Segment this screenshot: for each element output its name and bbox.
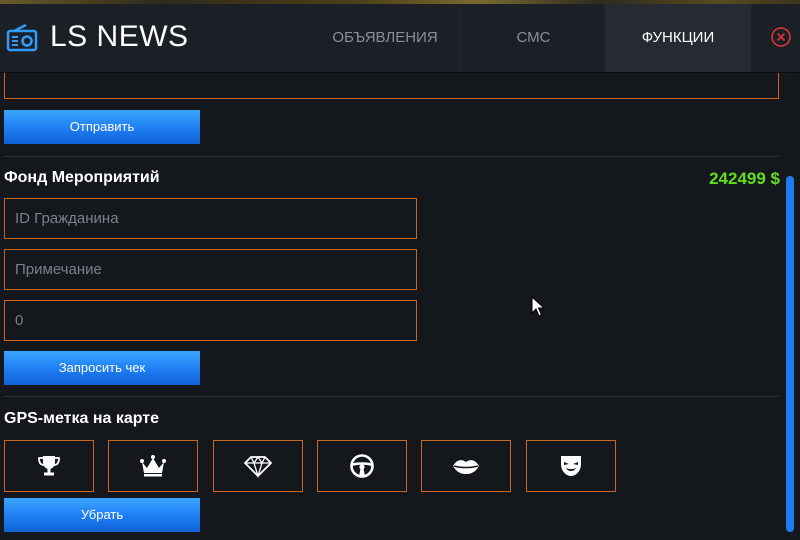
- fund-balance: 242499 $: [709, 169, 780, 188]
- divider: [4, 156, 779, 157]
- app-title: LS NEWS: [50, 20, 189, 53]
- theater-mask-icon: [561, 456, 581, 476]
- citizen-id-input[interactable]: [4, 198, 417, 239]
- amount-input[interactable]: [4, 300, 417, 341]
- gps-marker-steering-wheel-button[interactable]: [317, 440, 407, 492]
- tab-announcements[interactable]: ОБЪЯВЛЕНИЯ: [310, 4, 460, 72]
- gps-marker-crown-button[interactable]: [108, 440, 198, 492]
- mouse-cursor-icon: [531, 296, 546, 317]
- gps-marker-diamond-button[interactable]: [213, 440, 303, 492]
- fund-section-title: Фонд Мероприятий: [4, 169, 160, 186]
- gps-marker-theater-mask-button[interactable]: [526, 440, 616, 492]
- radio-icon: [6, 24, 38, 52]
- gps-section-title: GPS-метка на карте: [4, 410, 160, 427]
- close-circle-icon[interactable]: [771, 27, 791, 47]
- scrollbar-thumb[interactable]: [786, 176, 794, 532]
- remove-marker-button[interactable]: Убрать: [4, 498, 200, 532]
- request-check-button[interactable]: Запросить чек: [4, 351, 200, 385]
- functions-panel: Отправить Фонд Мероприятий 242499 $ Запр…: [0, 73, 780, 540]
- gps-marker-lips-button[interactable]: [421, 440, 511, 492]
- message-input[interactable]: [4, 73, 779, 99]
- app-header: LS NEWS ОБЪЯВЛЕНИЯ СМС ФУНКЦИИ: [0, 0, 800, 73]
- send-button[interactable]: Отправить: [4, 110, 200, 144]
- tab-sms[interactable]: СМС: [460, 4, 606, 72]
- tab-functions[interactable]: ФУНКЦИИ: [605, 4, 751, 72]
- crown-icon: [140, 455, 166, 477]
- lips-icon: [453, 460, 479, 474]
- steering-wheel-icon: [350, 454, 374, 478]
- gps-marker-trophy-button[interactable]: [4, 440, 94, 492]
- diamond-icon: [244, 455, 272, 478]
- note-input[interactable]: [4, 249, 417, 290]
- divider: [4, 396, 779, 397]
- trophy-icon: [38, 456, 60, 476]
